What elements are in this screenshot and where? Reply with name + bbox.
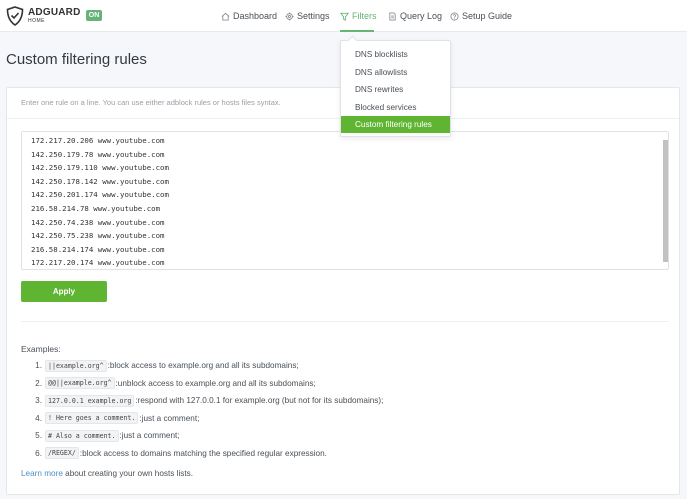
example-text: :just a comment; <box>119 431 180 440</box>
custom-rules-card: Enter one rule on a line. You can use ei… <box>6 87 680 495</box>
menu-item-custom-filtering-rules[interactable]: Custom filtering rules <box>341 116 450 133</box>
example-number: 2. <box>35 378 42 388</box>
example-code: ! Here goes a comment. <box>45 412 139 424</box>
nav-settings[interactable]: Settings <box>285 11 330 21</box>
learn-more-link[interactable]: Learn more <box>21 469 63 478</box>
example-item: 1. ||example.org^ :block access to examp… <box>21 359 299 372</box>
example-item: 5. # Also a comment. :just a comment; <box>21 429 180 442</box>
rule-line: 142.250.178.142 www.youtube.com <box>31 176 169 186</box>
top-header: ADGUARD HOME ON Dashboard Settings Filte… <box>0 0 687 32</box>
menu-item-dns-allowlists[interactable]: DNS allowlists <box>341 64 450 81</box>
rule-line: 142.250.179.110 www.youtube.com <box>31 163 169 173</box>
menu-item-dns-blocklists[interactable]: DNS blocklists <box>341 46 450 63</box>
page-title: Custom filtering rules <box>6 51 147 68</box>
nav-dashboard-label: Dashboard <box>233 11 278 21</box>
rules-lines: 172.217.20.206 www.youtube.com 142.250.1… <box>31 134 169 269</box>
rules-textarea[interactable]: 172.217.20.206 www.youtube.com 142.250.1… <box>21 131 669 270</box>
example-number: 6. <box>35 448 42 458</box>
brand-sub: HOME <box>28 18 45 24</box>
adguard-logo[interactable]: ADGUARD HOME <box>6 5 81 27</box>
rule-line: 216.58.214.174 www.youtube.com <box>31 244 165 254</box>
help-circle-icon <box>450 11 459 21</box>
example-text: :block access to example.org and all its… <box>107 361 299 370</box>
divider <box>21 321 669 322</box>
example-item: 4. ! Here goes a comment. :just a commen… <box>21 412 199 425</box>
menu-item-blocked-services[interactable]: Blocked services <box>341 99 450 116</box>
status-badge: ON <box>86 10 102 21</box>
example-text: :respond with 127.0.0.1 for example.org … <box>135 396 384 405</box>
nav-dashboard[interactable]: Dashboard <box>221 11 277 21</box>
example-code: 127.0.0.1 example.org <box>45 394 135 407</box>
learn-more-line: Learn more about creating your own hosts… <box>21 469 193 478</box>
shield-icon <box>6 6 24 26</box>
example-code: # Also a comment. <box>45 429 119 442</box>
rule-line: 172.217.20.174 www.youtube.com <box>31 258 165 268</box>
rule-line: 216.58.214.78 www.youtube.com <box>31 203 161 213</box>
document-icon <box>389 11 396 21</box>
example-code: ||example.org^ <box>45 359 107 372</box>
example-item: 3. 127.0.0.1 example.org :respond with 1… <box>21 394 383 407</box>
example-text: :unblock access to example.org and all i… <box>115 378 316 388</box>
menu-item-dns-rewrites[interactable]: DNS rewrites <box>341 81 450 98</box>
examples-title: Examples: <box>21 344 61 354</box>
example-code: /REGEX/ <box>45 447 79 459</box>
example-number: 5. <box>35 431 42 440</box>
rule-line: 142.250.179.78 www.youtube.com <box>31 149 165 159</box>
example-number: 4. <box>35 413 42 423</box>
filters-dropdown-menu: DNS blocklists DNS allowlists DNS rewrit… <box>340 35 451 137</box>
example-code: @@||example.org^ <box>45 377 115 389</box>
textarea-scrollbar[interactable] <box>663 140 668 262</box>
example-item: 2. @@||example.org^ :unblock access to e… <box>21 377 316 390</box>
nav-settings-label: Settings <box>297 11 330 21</box>
example-text: :block access to domains matching the sp… <box>79 448 327 458</box>
rule-line: 142.250.75.238 www.youtube.com <box>31 231 165 241</box>
nav-filters[interactable]: Filters <box>340 11 377 21</box>
brand-name: ADGUARD <box>28 7 81 18</box>
rule-line: 142.250.201.174 www.youtube.com <box>31 190 169 200</box>
home-icon <box>221 12 230 21</box>
nav-query-log-label: Query Log <box>400 11 443 21</box>
example-text: :just a comment; <box>139 413 200 423</box>
nav-setup-guide-label: Setup Guide <box>462 11 513 21</box>
example-number: 1. <box>35 361 42 370</box>
nav-query-log[interactable]: Query Log <box>388 11 442 21</box>
learn-more-text: about creating your own hosts lists. <box>62 469 194 478</box>
rule-line: 142.250.74.238 www.youtube.com <box>31 217 165 227</box>
example-number: 3. <box>35 396 42 405</box>
nav-active-underline <box>340 30 374 32</box>
filter-icon <box>340 12 349 21</box>
nav-setup-guide[interactable]: Setup Guide <box>450 11 512 21</box>
nav-filters-label: Filters <box>352 11 377 21</box>
example-item: 6. /REGEX/ :block access to domains matc… <box>21 447 327 460</box>
rule-line: 172.217.20.206 www.youtube.com <box>31 136 165 145</box>
gear-icon <box>285 11 294 21</box>
card-description: Enter one rule on a line. You can use ei… <box>21 98 281 107</box>
dropdown-arrow <box>347 35 358 46</box>
apply-button[interactable]: Apply <box>21 281 107 302</box>
